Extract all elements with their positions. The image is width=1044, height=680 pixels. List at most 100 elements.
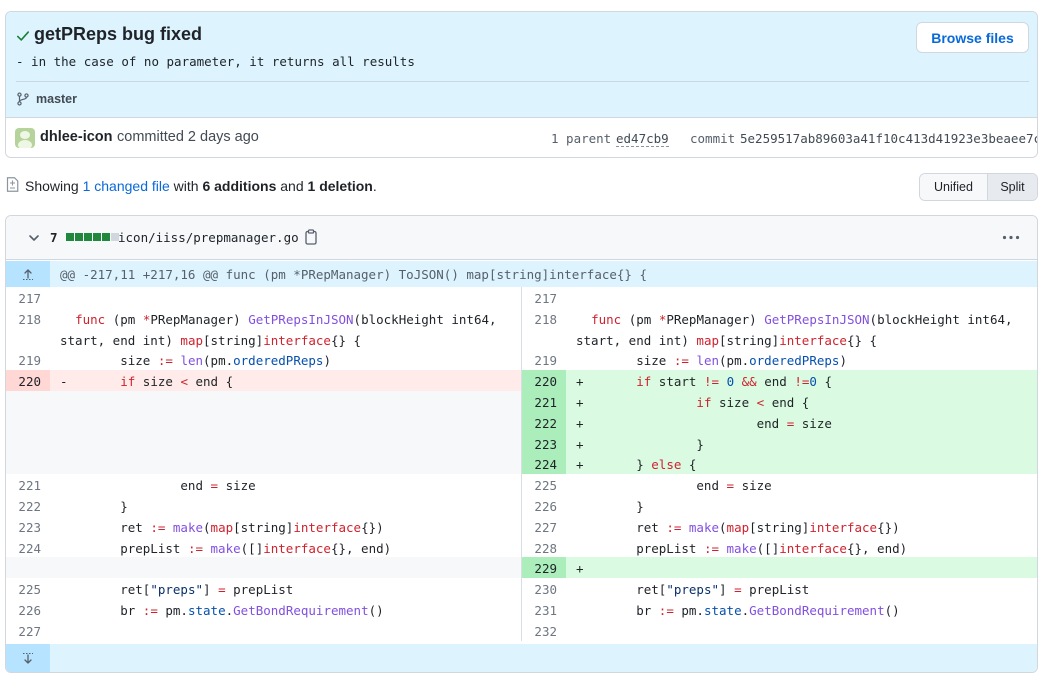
- diff-row: start, end int) map[string]interface{} {…: [6, 328, 1037, 350]
- right-side-line: 217: [522, 287, 1037, 308]
- split-divider: [521, 349, 522, 371]
- code-line: ret["preps"] = prepList: [60, 582, 294, 598]
- left-side-line: 227: [6, 620, 521, 641]
- line-number[interactable]: 223: [6, 516, 50, 537]
- code-line: + if size < end {: [566, 391, 1037, 412]
- summary-prefix: Showing: [25, 178, 79, 194]
- check-icon: [16, 31, 30, 41]
- line-number[interactable]: 232: [522, 620, 566, 641]
- split-divider: [521, 287, 522, 308]
- unified-view-button[interactable]: Unified: [920, 174, 988, 200]
- copy-icon[interactable]: [304, 229, 318, 245]
- code-line: prepList := make([]interface{}, end): [60, 540, 392, 556]
- left-side-line: 220- if size < end {: [6, 370, 521, 391]
- line-number[interactable]: 219: [522, 349, 566, 370]
- left-side-line: 217: [6, 287, 521, 308]
- left-side-line: 226 br := pm.state.GetBondRequirement(): [6, 599, 521, 620]
- code-line: size := len(pm.orderedPReps): [60, 353, 331, 369]
- line-number[interactable]: 221: [522, 391, 566, 412]
- right-side-line: 229 +: [522, 557, 1037, 579]
- line-number[interactable]: 225: [522, 474, 566, 495]
- line-number[interactable]: 225: [6, 578, 50, 599]
- code-line: }: [60, 499, 128, 514]
- avatar[interactable]: [15, 128, 35, 148]
- summary-suffix: .: [372, 178, 377, 194]
- line-number[interactable]: 222: [6, 495, 50, 516]
- line-number[interactable]: 229: [522, 557, 566, 579]
- file-path-link[interactable]: icon/iiss/prepmanager.go: [118, 230, 299, 245]
- line-number[interactable]: 228: [522, 537, 566, 558]
- left-side-line: 218 func (pm *PRepManager) GetPRepsInJSO…: [6, 308, 521, 329]
- change-count: 7: [50, 230, 58, 245]
- right-side-line: 228 prepList := make([]interface{}, end): [522, 537, 1037, 558]
- code-line: + }: [566, 432, 1037, 454]
- right-side-line: 223 + }: [522, 432, 1037, 454]
- kebab-horizontal-icon[interactable]: [1002, 235, 1020, 240]
- file-diff-icon: [6, 177, 19, 192]
- line-number[interactable]: 227: [6, 620, 50, 641]
- line-number[interactable]: 226: [522, 495, 566, 516]
- line-number[interactable]: 224: [522, 453, 566, 475]
- line-number[interactable]: [6, 329, 50, 350]
- line-number[interactable]: 218: [6, 308, 50, 329]
- diff-row: 221 + if size < end {: [6, 391, 1037, 412]
- diff-summary: Showing 1 changed file with 6 additions …: [25, 178, 377, 194]
- changed-files-link[interactable]: 1 changed file: [83, 178, 170, 194]
- line-number[interactable]: 231: [522, 599, 566, 620]
- line-number[interactable]: 217: [6, 287, 50, 308]
- split-divider: [521, 411, 522, 433]
- line-number[interactable]: 227: [522, 516, 566, 537]
- right-side-line: 227 ret := make(map[string]interface{}): [522, 516, 1037, 537]
- additions-count: 6 additions: [202, 178, 277, 194]
- diff-view-toggle: Unified Split: [919, 173, 1038, 201]
- split-divider: [521, 495, 522, 516]
- right-side-line: 226 }: [522, 495, 1037, 516]
- left-side-line: 222 }: [6, 495, 521, 516]
- left-side-line: [6, 432, 521, 454]
- line-number[interactable]: 218: [522, 308, 566, 329]
- line-number[interactable]: 217: [522, 287, 566, 308]
- parent-sha-link[interactable]: ed47cb9: [616, 131, 669, 147]
- hunk-footer: [6, 644, 1037, 672]
- diff-row: 225 ret["preps"] = prepList 230 ret["prep…: [6, 578, 1037, 599]
- line-number[interactable]: 223: [522, 432, 566, 454]
- split-divider: [521, 307, 522, 329]
- divider: [16, 81, 1029, 82]
- code-line: end = size: [576, 478, 772, 494]
- chevron-down-icon[interactable]: [28, 232, 40, 244]
- line-number[interactable]: [522, 329, 566, 350]
- right-side-line: 219 size := len(pm.orderedPReps): [522, 349, 1037, 370]
- line-number[interactable]: 230: [522, 578, 566, 599]
- expand-down-button[interactable]: [6, 644, 50, 672]
- diffstat-square: [75, 233, 83, 241]
- parent-label: 1 parent: [551, 131, 612, 146]
- line-number[interactable]: 220: [522, 370, 566, 391]
- line-number[interactable]: 221: [6, 474, 50, 495]
- split-divider: [521, 432, 522, 454]
- browse-files-button[interactable]: Browse files: [916, 22, 1029, 53]
- line-number[interactable]: 224: [6, 537, 50, 558]
- line-number[interactable]: 222: [522, 411, 566, 433]
- right-side-line: 230 ret["preps"] = prepList: [522, 578, 1037, 599]
- author-link[interactable]: dhlee-icon: [40, 129, 113, 145]
- diff-row: 219 size := len(pm.orderedPReps) 219 size…: [6, 349, 1037, 371]
- code-line: - if size < end {: [50, 370, 521, 391]
- branch-name[interactable]: master: [36, 92, 77, 106]
- diffstat-square: [66, 233, 74, 241]
- left-side-line: [6, 391, 521, 412]
- split-view-button[interactable]: Split: [988, 174, 1037, 200]
- left-side-line: [6, 411, 521, 433]
- split-divider: [521, 515, 522, 537]
- diff-row: 222 } 226 }: [6, 495, 1037, 516]
- diff-row: 223 ret := make(map[string]interface{}) 2…: [6, 515, 1037, 537]
- expand-up-button[interactable]: [6, 261, 50, 287]
- line-number[interactable]: 219: [6, 349, 50, 370]
- line-number[interactable]: 220: [6, 370, 50, 391]
- code-line: func (pm *PRepManager) GetPRepsInJSON(bl…: [591, 311, 1013, 327]
- split-divider: [521, 578, 522, 599]
- line-number[interactable]: 226: [6, 599, 50, 620]
- code-line: }: [576, 499, 644, 514]
